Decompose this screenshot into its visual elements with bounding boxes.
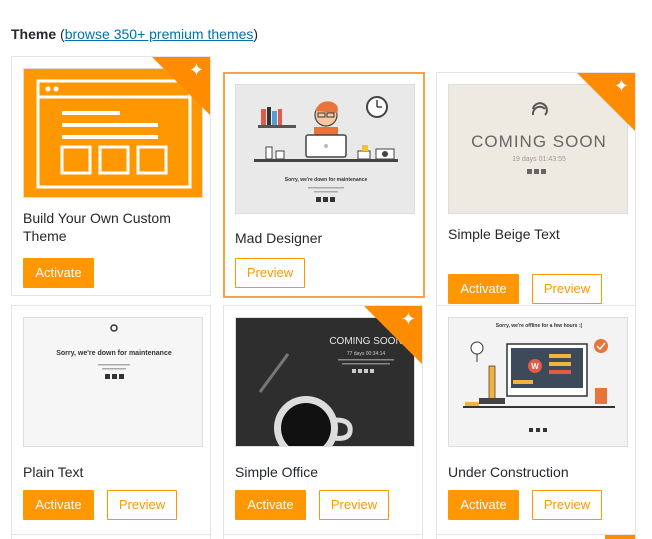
construction-illustration: Sorry, we're offline for a few hours :( …: [463, 323, 615, 432]
theme-name: Simple Beige Text: [448, 226, 560, 242]
paren-close: ): [253, 26, 259, 42]
preview-button[interactable]: Preview: [319, 490, 389, 520]
theme-card-mad-designer[interactable]: Sorry, we're down for maintenance Mad De…: [223, 72, 425, 298]
thumb-countdown: 19 days 01:43:55: [512, 156, 566, 163]
theme-title: Theme: [11, 26, 57, 42]
preview-button[interactable]: Preview: [532, 274, 602, 304]
star-icon: ✦: [613, 76, 629, 96]
theme-card-build-your-own[interactable]: ✦ Build Your Own Custom Theme Activate: [11, 56, 211, 296]
theme-card-partial[interactable]: [11, 534, 211, 539]
star-icon: ✦: [400, 309, 416, 329]
premium-ribbon: [605, 535, 635, 539]
theme-name: Build Your Own Custom Theme: [23, 210, 171, 244]
activate-button[interactable]: Activate: [448, 274, 519, 304]
activate-button[interactable]: Activate: [23, 258, 94, 288]
theme-card-simple-beige-text[interactable]: ✦ COMING SOON 19 days 01:43:55 Simple Be…: [436, 72, 636, 312]
theme-thumbnail[interactable]: Sorry, we're down for maintenance: [235, 84, 415, 214]
theme-thumbnail[interactable]: Sorry, we're offline for a few hours :( …: [448, 317, 628, 447]
theme-card-partial[interactable]: [223, 534, 423, 539]
theme-card-partial[interactable]: [436, 534, 636, 539]
theme-name: Simple Office: [235, 464, 318, 480]
preview-button[interactable]: Preview: [532, 490, 602, 520]
activate-button[interactable]: Activate: [448, 490, 519, 520]
wordpress-logo-icon: W: [531, 362, 539, 371]
theme-name: Under Construction: [448, 464, 569, 480]
browse-premium-themes-link[interactable]: browse 350+ premium themes: [65, 26, 254, 42]
theme-header: Theme (browse 350+ premium themes): [11, 26, 258, 42]
thumb-title: Sorry, we're offline for a few hours :(: [496, 323, 583, 329]
activate-button[interactable]: Activate: [23, 490, 94, 520]
star-icon: ✦: [188, 60, 204, 80]
activate-button[interactable]: Activate: [235, 490, 306, 520]
theme-card-plain-text[interactable]: Sorry, we're down for maintenance Plain …: [11, 305, 211, 539]
thumb-title: COMING SOON: [471, 132, 607, 151]
theme-name: Plain Text: [23, 464, 84, 480]
designer-illustration: Sorry, we're down for maintenance: [254, 96, 398, 202]
thumb-title: Sorry, we're down for maintenance: [56, 350, 172, 357]
plain-text-illustration: Sorry, we're down for maintenance: [56, 324, 172, 379]
theme-thumbnail[interactable]: Sorry, we're down for maintenance: [23, 317, 203, 447]
theme-name: Mad Designer: [235, 230, 323, 246]
theme-card-simple-office[interactable]: ✦ COMING SOON 77 days 00:34:14 Simple Of…: [223, 305, 423, 539]
thumb-title: Sorry, we're down for maintenance: [285, 177, 368, 183]
theme-card-under-construction[interactable]: Sorry, we're offline for a few hours :( …: [436, 305, 636, 539]
preview-button[interactable]: Preview: [235, 258, 305, 288]
preview-button[interactable]: Preview: [107, 490, 177, 520]
